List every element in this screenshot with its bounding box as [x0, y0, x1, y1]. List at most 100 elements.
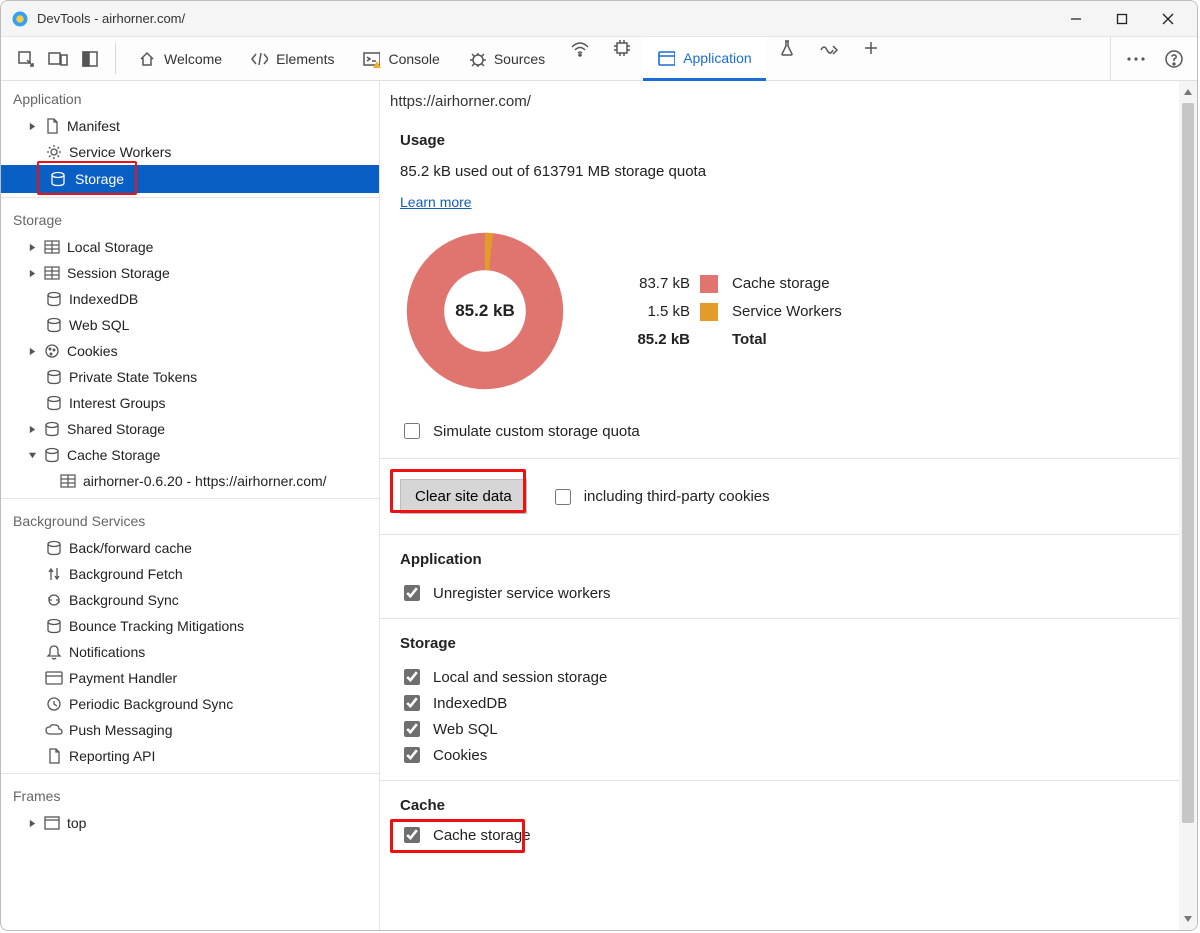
- sidebar-item-payment[interactable]: Payment Handler: [1, 665, 379, 691]
- websql-label: Web SQL: [433, 721, 498, 738]
- cookies-label: Cookies: [433, 747, 487, 764]
- local-session-label: Local and session storage: [433, 669, 607, 686]
- application-icon: [657, 49, 675, 67]
- sidebar-item-frames-top[interactable]: top: [1, 810, 379, 836]
- legend-val-cache: 83.7 kB: [620, 275, 690, 293]
- inspect-icon[interactable]: [15, 48, 37, 70]
- item-label: top: [67, 815, 86, 831]
- close-button[interactable]: [1145, 4, 1191, 34]
- sidebar-item-push[interactable]: Push Messaging: [1, 717, 379, 743]
- console-icon: [362, 50, 380, 68]
- item-label: Bounce Tracking Mitigations: [69, 618, 244, 634]
- cookies-checkbox[interactable]: [404, 747, 420, 763]
- sync-icon: [45, 591, 63, 609]
- window-title: DevTools - airhorner.com/: [37, 11, 185, 26]
- sidebar-item-shared-storage[interactable]: Shared Storage: [1, 416, 379, 442]
- device-icon[interactable]: [47, 48, 69, 70]
- item-label: Interest Groups: [69, 395, 166, 411]
- scrollbar[interactable]: [1179, 81, 1197, 930]
- sidebar-item-bg-fetch[interactable]: Background Fetch: [1, 561, 379, 587]
- item-label: Shared Storage: [67, 421, 165, 437]
- sidebar-item-cache-child[interactable]: airhorner-0.6.20 - https://airhorner.com…: [1, 468, 379, 494]
- legend-name-cache: Cache storage: [732, 275, 842, 293]
- sidebar-item-periodic[interactable]: Periodic Background Sync: [1, 691, 379, 717]
- sidebar-item-back-forward-cache[interactable]: Back/forward cache: [1, 535, 379, 561]
- bell-icon: [45, 643, 63, 661]
- dock-icon[interactable]: [79, 48, 101, 70]
- scroll-thumb[interactable]: [1182, 103, 1194, 823]
- sidebar-item-manifest[interactable]: Manifest: [1, 113, 379, 139]
- database-icon: [45, 394, 63, 412]
- section-storage: Storage: [1, 202, 379, 234]
- legend-swatch-sw: [700, 303, 718, 321]
- sidebar-item-bounce[interactable]: Bounce Tracking Mitigations: [1, 613, 379, 639]
- simulate-quota-checkbox[interactable]: [404, 423, 420, 439]
- chip-icon[interactable]: [611, 37, 633, 59]
- sidebar-item-cookies[interactable]: Cookies: [1, 338, 379, 364]
- item-label: Background Fetch: [69, 566, 183, 582]
- cache-clear-panel: Cache Cache storage: [380, 781, 1187, 856]
- sidebar-item-web-sql[interactable]: Web SQL: [1, 312, 379, 338]
- item-label: Session Storage: [67, 265, 170, 281]
- sidebar-item-cache-storage[interactable]: Cache Storage: [1, 442, 379, 468]
- item-label: Notifications: [69, 644, 145, 660]
- grid-icon: [59, 472, 77, 490]
- third-party-checkbox[interactable]: [555, 489, 571, 505]
- sidebar-item-service-workers[interactable]: Service Workers: [1, 139, 379, 165]
- database-icon: [49, 170, 67, 188]
- scroll-down-icon[interactable]: [1179, 910, 1197, 928]
- item-label: Local Storage: [67, 239, 153, 255]
- indexeddb-checkbox[interactable]: [404, 695, 420, 711]
- indexeddb-label: IndexedDB: [433, 695, 507, 712]
- sidebar: Application Manifest Service Workers Sto…: [1, 81, 380, 930]
- scroll-up-icon[interactable]: [1179, 83, 1197, 101]
- page-url: https://airhorner.com/: [380, 91, 1187, 116]
- sidebar-item-session-storage[interactable]: Session Storage: [1, 260, 379, 286]
- clear-site-data-button[interactable]: Clear site data: [400, 479, 527, 514]
- tab-elements[interactable]: Elements: [236, 37, 348, 81]
- item-label: Storage: [75, 171, 124, 187]
- file-icon: [45, 747, 63, 765]
- sidebar-item-notifications[interactable]: Notifications: [1, 639, 379, 665]
- cache-storage-checkbox[interactable]: [404, 827, 420, 843]
- clear-site-row: Clear site data including third-party co…: [380, 459, 1187, 535]
- cookie-icon: [43, 342, 61, 360]
- help-icon[interactable]: [1163, 48, 1185, 70]
- usage-text: 85.2 kB used out of 613791 MB storage qu…: [400, 163, 1177, 180]
- minimize-button[interactable]: [1053, 4, 1099, 34]
- plus-icon[interactable]: [860, 37, 882, 59]
- sidebar-item-reporting[interactable]: Reporting API: [1, 743, 379, 769]
- usage-donut-chart: 85.2 kB: [400, 226, 570, 396]
- local-session-checkbox[interactable]: [404, 669, 420, 685]
- application-clear-panel: Application Unregister service workers: [380, 535, 1187, 619]
- learn-more-link[interactable]: Learn more: [400, 194, 472, 210]
- sidebar-item-indexeddb[interactable]: IndexedDB: [1, 286, 379, 312]
- app-icon: [11, 10, 29, 28]
- tab-console[interactable]: Console: [348, 37, 453, 81]
- sidebar-item-bg-sync[interactable]: Background Sync: [1, 587, 379, 613]
- simulate-quota-label: Simulate custom storage quota: [433, 423, 640, 440]
- tab-welcome[interactable]: Welcome: [124, 37, 236, 81]
- flask-icon[interactable]: [776, 37, 798, 59]
- third-party-label: including third-party cookies: [584, 488, 770, 505]
- tab-sources[interactable]: Sources: [454, 37, 559, 81]
- more-icon[interactable]: [1125, 48, 1147, 70]
- cloud-icon: [45, 721, 63, 739]
- cache-heading: Cache: [400, 797, 1177, 814]
- maximize-button[interactable]: [1099, 4, 1145, 34]
- sidebar-item-interest-groups[interactable]: Interest Groups: [1, 390, 379, 416]
- storage-clear-panel: Storage Local and session storage Indexe…: [380, 619, 1187, 781]
- sidebar-item-storage-selected[interactable]: Storage: [1, 165, 379, 193]
- sidebar-item-private-state-tokens[interactable]: Private State Tokens: [1, 364, 379, 390]
- item-label: Service Workers: [69, 144, 171, 160]
- squiggle-icon[interactable]: [818, 37, 840, 59]
- wifi-icon[interactable]: [569, 37, 591, 59]
- websql-checkbox[interactable]: [404, 721, 420, 737]
- window-icon: [43, 814, 61, 832]
- sidebar-item-local-storage[interactable]: Local Storage: [1, 234, 379, 260]
- unregister-sw-checkbox[interactable]: [404, 585, 420, 601]
- tab-application[interactable]: Application: [643, 37, 766, 81]
- section-background: Background Services: [1, 503, 379, 535]
- donut-center-label: 85.2 kB: [400, 226, 570, 396]
- file-icon: [43, 117, 61, 135]
